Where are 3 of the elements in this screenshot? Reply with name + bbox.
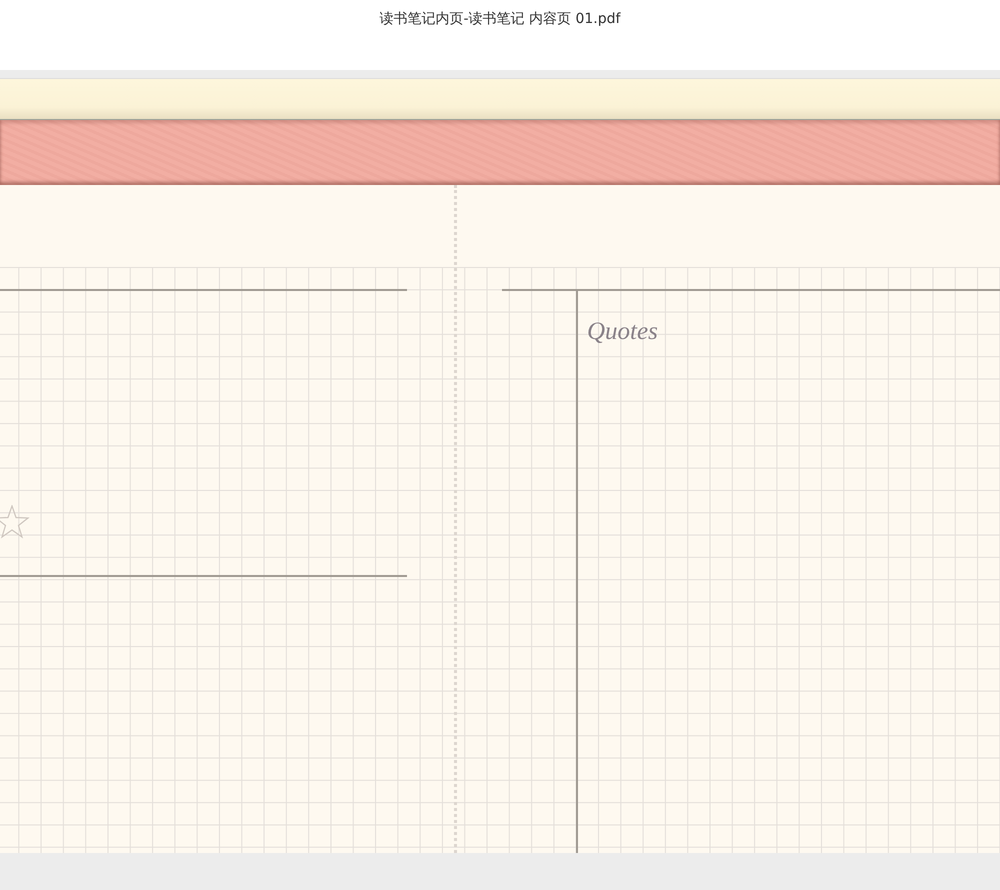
- document-title: 读书笔记内页-读书笔记 内容页 01.pdf: [380, 10, 620, 29]
- star-icon: [0, 505, 30, 539]
- quotes-heading: Quotes: [587, 318, 658, 346]
